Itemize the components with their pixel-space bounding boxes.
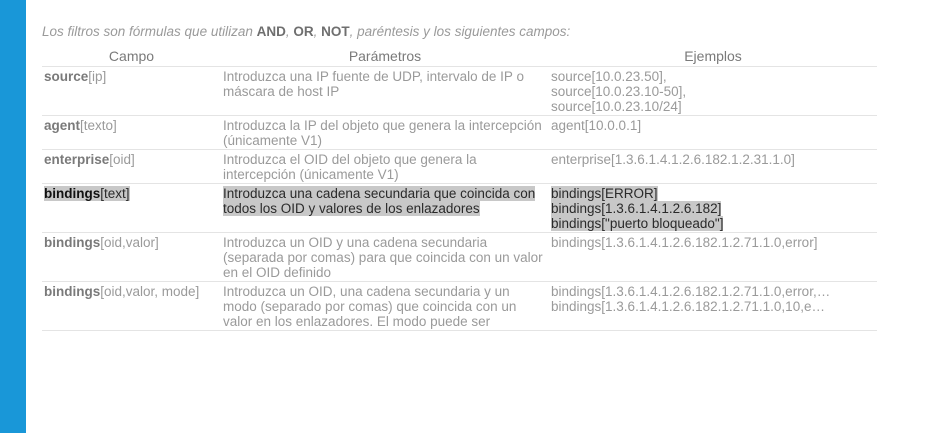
field-name: bindings — [44, 235, 101, 250]
examples-cell: bindings[1.3.6.1.4.1.2.6.182.1.2.71.1.0,… — [549, 232, 877, 282]
filter-help-content: Los filtros son fórmulas que utilizan AN… — [42, 24, 877, 331]
field-args: [texto] — [80, 118, 117, 133]
keyword-not: NOT — [321, 24, 350, 39]
field-args: [ip] — [88, 69, 107, 84]
examples-cell: bindings[ERROR] bindings[1.3.6.1.4.1.2.6… — [549, 183, 877, 233]
params-cell: Introduzca una cadena secundaria que coi… — [221, 183, 549, 233]
help-page: Los filtros son fórmulas que utilizan AN… — [0, 0, 932, 433]
example-line: bindings[ERROR] — [551, 186, 875, 201]
example-line: source[10.0.23.10-50], — [551, 84, 687, 99]
accent-bar — [0, 0, 26, 433]
field-cell: source[ip] — [42, 66, 221, 116]
table-row-selected: bindings[text] Introduzca una cadena sec… — [42, 183, 877, 233]
intro-sep-2: , — [313, 24, 322, 39]
field-name: bindings — [44, 186, 101, 201]
selected-text: bindings[1.3.6.1.4.1.2.6.182] — [551, 201, 722, 216]
field-args: [oid] — [109, 152, 135, 167]
header-ejemplos: Ejemplos — [549, 46, 877, 67]
params-cell: Introduzca el OID del objeto que genera … — [221, 149, 549, 184]
examples-cell: enterprise[1.3.6.1.4.1.2.6.182.1.2.31.1.… — [549, 149, 877, 184]
field-cell: bindings[oid,valor, mode] — [42, 281, 221, 331]
field-name: agent — [44, 118, 81, 133]
example-line: source[10.0.23.50], — [551, 69, 667, 84]
table-row: bindings[oid,valor] Introduzca un OID y … — [42, 232, 877, 282]
field-name: bindings — [44, 284, 101, 299]
field-cell: bindings[text] — [42, 183, 221, 233]
table-header-row: Campo Parámetros Ejemplos — [42, 46, 877, 67]
intro-prefix: Los filtros son fórmulas que utilizan — [42, 24, 257, 39]
keyword-or: OR — [293, 24, 314, 39]
field-name: source — [44, 69, 89, 84]
table-row: source[ip] Introduzca una IP fuente de U… — [42, 66, 877, 116]
example-line: bindings[1.3.6.1.4.1.2.6.182.1.2.71.1.0,… — [551, 299, 825, 314]
field-cell: enterprise[oid] — [42, 149, 221, 184]
params-cell: Introduzca la IP del objeto que genera l… — [221, 115, 549, 150]
example-line: bindings["puerto bloqueado"] — [551, 216, 875, 231]
params-cell: Introduzca un OID y una cadena secundari… — [221, 232, 549, 282]
params-cell: Introduzca un OID, una cadena secundaria… — [221, 281, 549, 331]
example-line: enterprise[1.3.6.1.4.1.2.6.182.1.2.31.1.… — [551, 152, 795, 167]
field-cell: bindings[oid,valor] — [42, 232, 221, 282]
header-parametros: Parámetros — [221, 46, 549, 67]
field-args: [oid,valor, mode] — [100, 284, 200, 299]
selected-text: bindings[text] — [44, 186, 130, 201]
example-line: bindings[1.3.6.1.4.1.2.6.182.1.2.71.1.0,… — [551, 235, 818, 250]
examples-cell: bindings[1.3.6.1.4.1.2.6.182.1.2.71.1.0,… — [549, 281, 877, 331]
intro-text: Los filtros son fórmulas que utilizan AN… — [42, 24, 877, 40]
intro-suffix: , paréntesis y los siguientes campos: — [349, 24, 571, 39]
field-args: [text] — [100, 186, 130, 201]
table-row: enterprise[oid] Introduzca el OID del ob… — [42, 149, 877, 184]
example-line: source[10.0.23.10/24] — [551, 99, 682, 114]
fields-table: Campo Parámetros Ejemplos source[ip] Int… — [42, 46, 877, 331]
selected-text: bindings[ERROR] — [551, 186, 658, 201]
keyword-and: AND — [256, 24, 286, 39]
examples-cell: agent[10.0.0.1] — [549, 115, 877, 150]
field-args: [oid,valor] — [100, 235, 159, 250]
example-line: bindings[1.3.6.1.4.1.2.6.182] — [551, 201, 875, 216]
field-cell: agent[texto] — [42, 115, 221, 150]
table-row: agent[texto] Introduzca la IP del objeto… — [42, 115, 877, 150]
params-cell: Introduzca una IP fuente de UDP, interva… — [221, 66, 549, 116]
examples-cell: source[10.0.23.50], source[10.0.23.10-50… — [549, 66, 877, 116]
field-name: enterprise — [44, 152, 110, 167]
selected-text: bindings["puerto bloqueado"] — [551, 216, 724, 231]
example-line: bindings[1.3.6.1.4.1.2.6.182.1.2.71.1.0,… — [551, 284, 831, 299]
selected-text: Introduzca una cadena secundaria que coi… — [223, 186, 536, 216]
table-row: bindings[oid,valor, mode] Introduzca un … — [42, 281, 877, 331]
example-line: agent[10.0.0.1] — [551, 118, 642, 133]
header-campo: Campo — [42, 46, 221, 67]
